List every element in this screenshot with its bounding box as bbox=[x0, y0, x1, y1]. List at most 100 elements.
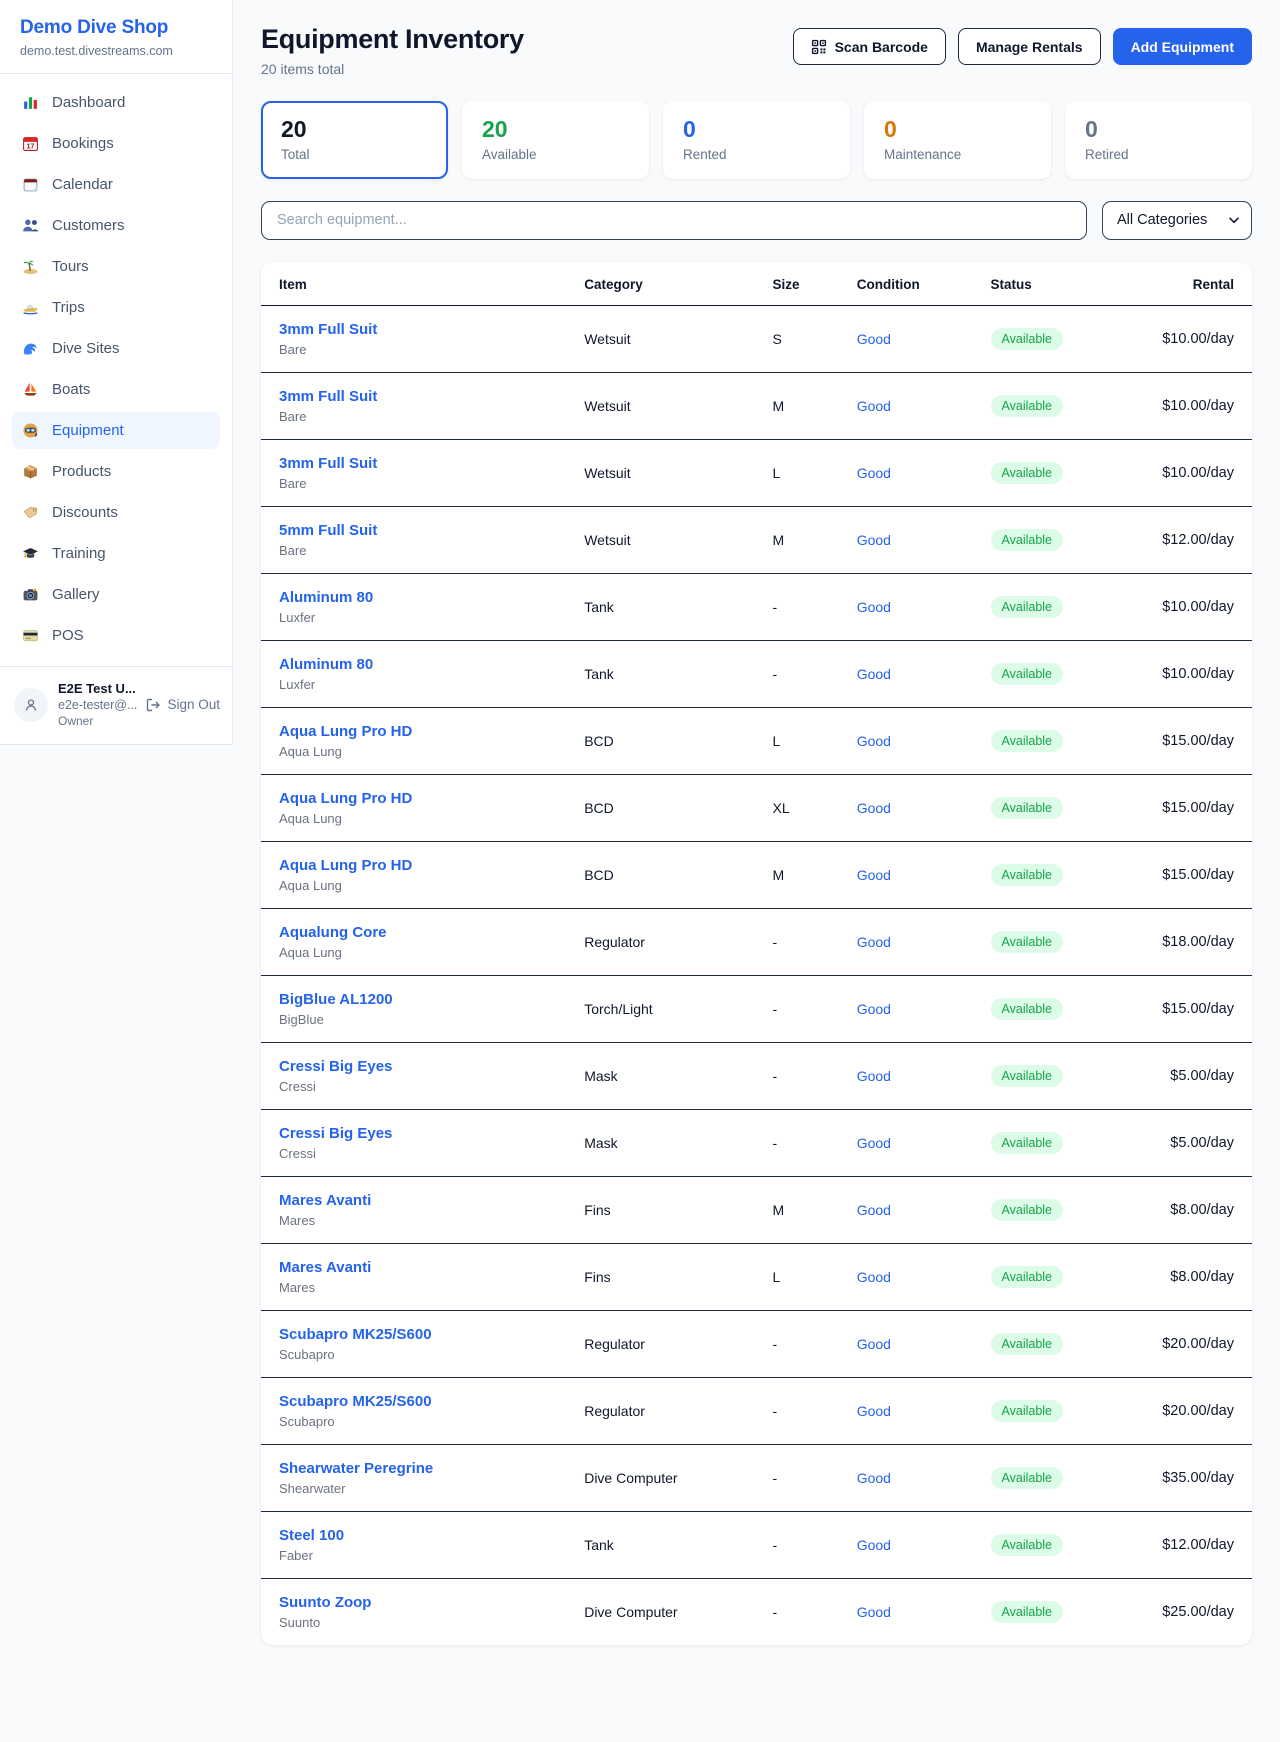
status-badge: Available bbox=[991, 596, 1064, 618]
condition-link[interactable]: Good bbox=[857, 1403, 891, 1419]
item-name-link[interactable]: Scubapro MK25/S600 bbox=[279, 1326, 552, 1343]
item-name-link[interactable]: Aqua Lung Pro HD bbox=[279, 790, 552, 807]
rental-price: $25.00/day bbox=[1123, 1578, 1252, 1645]
status-badge: Available bbox=[991, 462, 1064, 484]
condition-link[interactable]: Good bbox=[857, 1604, 891, 1620]
add-equipment-button[interactable]: Add Equipment bbox=[1113, 28, 1252, 65]
item-name-link[interactable]: 3mm Full Suit bbox=[279, 388, 552, 405]
sidebar: Demo Dive Shop demo.test.divestreams.com… bbox=[0, 0, 233, 745]
item-brand: Mares bbox=[279, 1280, 552, 1295]
item-name-link[interactable]: Suunto Zoop bbox=[279, 1594, 552, 1611]
item-category: Torch/Light bbox=[568, 975, 756, 1042]
condition-link[interactable]: Good bbox=[857, 1135, 891, 1151]
sidebar-item-products[interactable]: Products bbox=[12, 453, 220, 490]
condition-link[interactable]: Good bbox=[857, 867, 891, 883]
item-category: Mask bbox=[568, 1042, 756, 1109]
scan-barcode-button[interactable]: Scan Barcode bbox=[793, 28, 946, 65]
rental-price: $5.00/day bbox=[1123, 1042, 1252, 1109]
sidebar-item-dashboard[interactable]: Dashboard bbox=[12, 84, 220, 121]
stat-value: 0 bbox=[884, 116, 1031, 144]
manage-rentals-button[interactable]: Manage Rentals bbox=[958, 28, 1101, 65]
item-category: Wetsuit bbox=[568, 372, 756, 439]
rental-price: $12.00/day bbox=[1123, 506, 1252, 573]
condition-link[interactable]: Good bbox=[857, 666, 891, 682]
sign-out-button[interactable]: Sign Out bbox=[145, 697, 220, 713]
stat-card-total[interactable]: 20 Total bbox=[261, 101, 448, 179]
condition-link[interactable]: Good bbox=[857, 1336, 891, 1352]
stat-card-maintenance[interactable]: 0 Maintenance bbox=[864, 101, 1051, 179]
status-badge: Available bbox=[991, 1467, 1064, 1489]
sidebar-nav: Dashboard 17 Bookings Calendar Customers… bbox=[0, 74, 232, 666]
item-size: - bbox=[756, 1310, 840, 1377]
condition-link[interactable]: Good bbox=[857, 398, 891, 414]
item-name-link[interactable]: Mares Avanti bbox=[279, 1192, 552, 1209]
sidebar-item-calendar[interactable]: Calendar bbox=[12, 166, 220, 203]
condition-link[interactable]: Good bbox=[857, 599, 891, 615]
item-name-link[interactable]: Mares Avanti bbox=[279, 1259, 552, 1276]
item-name-link[interactable]: Aluminum 80 bbox=[279, 656, 552, 673]
item-name-link[interactable]: Cressi Big Eyes bbox=[279, 1125, 552, 1142]
item-name-link[interactable]: BigBlue AL1200 bbox=[279, 991, 552, 1008]
item-name-link[interactable]: 3mm Full Suit bbox=[279, 321, 552, 338]
item-size: - bbox=[756, 1444, 840, 1511]
condition-link[interactable]: Good bbox=[857, 733, 891, 749]
condition-link[interactable]: Good bbox=[857, 800, 891, 816]
table-row: Aqua Lung Pro HD Aqua Lung BCD XL Good A… bbox=[261, 774, 1252, 841]
col-item: Item bbox=[261, 262, 568, 306]
condition-link[interactable]: Good bbox=[857, 1537, 891, 1553]
item-size: XL bbox=[756, 774, 840, 841]
condition-link[interactable]: Good bbox=[857, 1001, 891, 1017]
sidebar-item-pos[interactable]: POS bbox=[12, 617, 220, 654]
sidebar-item-trips[interactable]: Trips bbox=[12, 289, 220, 326]
item-brand: Bare bbox=[279, 543, 552, 558]
item-category: Tank bbox=[568, 573, 756, 640]
item-name-link[interactable]: Steel 100 bbox=[279, 1527, 552, 1544]
sidebar-item-dive-sites[interactable]: Dive Sites bbox=[12, 330, 220, 367]
item-name-link[interactable]: Aqualung Core bbox=[279, 924, 552, 941]
item-name-link[interactable]: Shearwater Peregrine bbox=[279, 1460, 552, 1477]
brand-name[interactable]: Demo Dive Shop bbox=[20, 17, 212, 39]
sidebar-item-discounts[interactable]: Discounts bbox=[12, 494, 220, 531]
category-select[interactable]: All Categories bbox=[1102, 201, 1252, 240]
condition-link[interactable]: Good bbox=[857, 465, 891, 481]
sidebar-item-bookings[interactable]: 17 Bookings bbox=[12, 125, 220, 162]
item-size: - bbox=[756, 908, 840, 975]
item-category: Tank bbox=[568, 1511, 756, 1578]
item-name-link[interactable]: Aqua Lung Pro HD bbox=[279, 723, 552, 740]
col-rental: Rental bbox=[1123, 262, 1252, 306]
item-name-link[interactable]: Aluminum 80 bbox=[279, 589, 552, 606]
stat-label: Total bbox=[281, 147, 428, 162]
condition-link[interactable]: Good bbox=[857, 1269, 891, 1285]
table-row: Aqua Lung Pro HD Aqua Lung BCD M Good Av… bbox=[261, 841, 1252, 908]
sidebar-item-label: Dive Sites bbox=[52, 340, 120, 357]
sidebar-item-customers[interactable]: Customers bbox=[12, 207, 220, 244]
item-name-link[interactable]: Scubapro MK25/S600 bbox=[279, 1393, 552, 1410]
condition-link[interactable]: Good bbox=[857, 1068, 891, 1084]
status-badge: Available bbox=[991, 797, 1064, 819]
stat-card-rented[interactable]: 0 Rented bbox=[663, 101, 850, 179]
item-brand: Scubapro bbox=[279, 1347, 552, 1362]
item-name-link[interactable]: 3mm Full Suit bbox=[279, 455, 552, 472]
condition-link[interactable]: Good bbox=[857, 331, 891, 347]
sidebar-item-label: POS bbox=[52, 627, 84, 644]
condition-link[interactable]: Good bbox=[857, 532, 891, 548]
sidebar-item-gallery[interactable]: Gallery bbox=[12, 576, 220, 613]
stat-value: 0 bbox=[1085, 116, 1232, 144]
stat-card-available[interactable]: 20 Available bbox=[462, 101, 649, 179]
item-name-link[interactable]: Cressi Big Eyes bbox=[279, 1058, 552, 1075]
table-row: Steel 100 Faber Tank - Good Available $1… bbox=[261, 1511, 1252, 1578]
item-name-link[interactable]: 5mm Full Suit bbox=[279, 522, 552, 539]
item-name-link[interactable]: Aqua Lung Pro HD bbox=[279, 857, 552, 874]
condition-link[interactable]: Good bbox=[857, 1470, 891, 1486]
sidebar-item-tours[interactable]: Tours bbox=[12, 248, 220, 285]
sidebar-item-boats[interactable]: Boats bbox=[12, 371, 220, 408]
item-brand: Suunto bbox=[279, 1615, 552, 1630]
item-size: - bbox=[756, 1578, 840, 1645]
condition-link[interactable]: Good bbox=[857, 1202, 891, 1218]
stat-card-retired[interactable]: 0 Retired bbox=[1065, 101, 1252, 179]
condition-link[interactable]: Good bbox=[857, 934, 891, 950]
item-brand: Faber bbox=[279, 1548, 552, 1563]
search-input[interactable] bbox=[261, 201, 1087, 240]
sidebar-item-equipment[interactable]: Equipment bbox=[12, 412, 220, 449]
sidebar-item-training[interactable]: Training bbox=[12, 535, 220, 572]
